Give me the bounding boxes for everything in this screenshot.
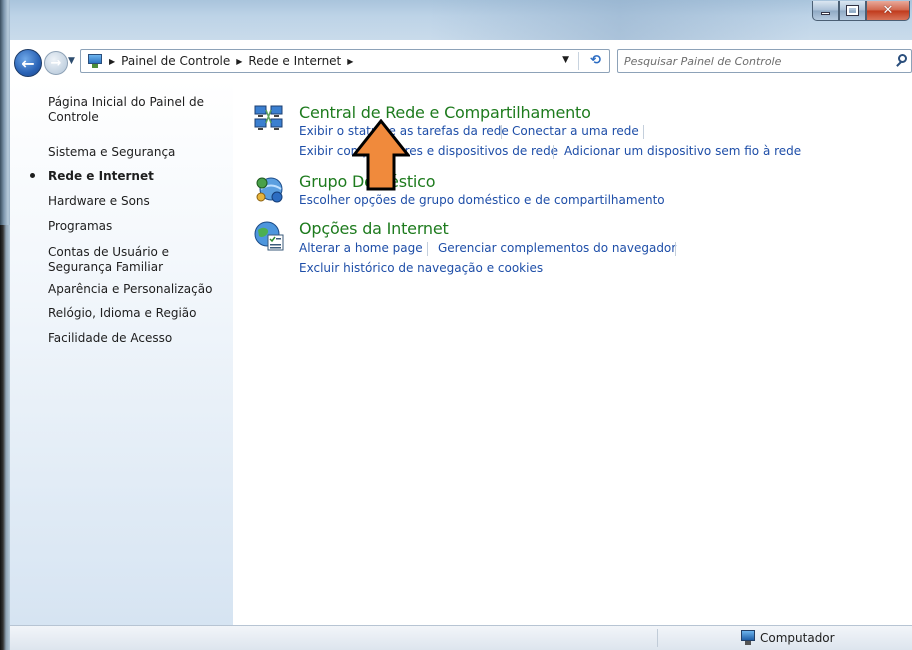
close-icon: ✕ (882, 3, 894, 18)
network-sharing-center-title[interactable]: Central de Rede e Compartilhamento (299, 103, 591, 122)
back-button[interactable]: ← (14, 49, 42, 77)
change-home-page-link[interactable]: Alterar a home page (299, 241, 423, 255)
breadcrumb-chevron-icon[interactable]: ▶ (236, 57, 242, 66)
address-history-chevron-icon[interactable]: ▼ (562, 55, 569, 65)
search-input[interactable] (624, 52, 884, 70)
sidebar: Página Inicial do Painel de Controle Sis… (10, 80, 233, 625)
sidebar-item-hardware-sound[interactable]: Hardware e Sons (48, 194, 228, 209)
network-center-icon (254, 105, 283, 130)
add-wireless-device-link[interactable]: Adicionar um dispositivo sem fio à rede (564, 144, 801, 158)
view-network-computers-link[interactable]: Exibir computadores e dispositivos de re… (299, 144, 558, 158)
homegroup-options-link[interactable]: Escolher opções de grupo doméstico e de … (299, 193, 665, 207)
connect-to-network-link[interactable]: Conectar a uma rede (512, 124, 639, 138)
internet-options-title[interactable]: Opções da Internet (299, 219, 449, 238)
annotation-up-arrow-icon (352, 119, 410, 191)
sidebar-item-programs[interactable]: Programas (48, 219, 228, 234)
title-bar[interactable] (10, 0, 912, 40)
sidebar-item-ease-of-access[interactable]: Facilidade de Acesso (48, 331, 228, 346)
breadcrumb-chevron-icon[interactable]: ▶ (347, 57, 353, 66)
breadcrumb-control-panel[interactable]: Painel de Controle (121, 54, 230, 68)
breadcrumb-network-internet[interactable]: Rede e Internet (248, 54, 341, 68)
status-location-label: Computador (760, 631, 835, 645)
sidebar-item-network-internet[interactable]: Rede e Internet (48, 169, 228, 184)
homegroup-icon (256, 177, 283, 203)
sidebar-item-system-security[interactable]: Sistema e Segurança (48, 145, 228, 160)
sidebar-item-clock-language[interactable]: Relógio, Idioma e Região (48, 306, 228, 321)
control-panel-icon (87, 53, 103, 69)
refresh-icon[interactable]: ⟲ (590, 53, 601, 68)
address-bar[interactable]: ▶ Painel de Controle ▶ Rede e Internet ▶… (80, 49, 610, 73)
status-bar: Computador (10, 625, 912, 650)
active-bullet-icon (30, 173, 35, 178)
sidebar-item-user-accounts[interactable]: Contas de Usuário e Segurança Familiar (48, 245, 228, 275)
delete-browsing-history-link[interactable]: Excluir histórico de navegação e cookies (299, 261, 543, 275)
minimize-button[interactable] (812, 1, 839, 21)
manage-addons-link[interactable]: Gerenciar complementos do navegador (438, 241, 676, 255)
breadcrumb-chevron-icon[interactable]: ▶ (109, 57, 115, 66)
close-button[interactable]: ✕ (866, 1, 910, 21)
main-content: Central de Rede e Compartilhamento Exibi… (233, 80, 912, 625)
internet-options-icon (254, 221, 284, 251)
sidebar-item-appearance[interactable]: Aparência e Personalização (48, 282, 228, 297)
window-left-border (0, 0, 10, 650)
minimize-icon (821, 12, 830, 15)
back-arrow-icon: ← (21, 53, 35, 73)
search-box[interactable] (617, 49, 912, 73)
forward-button[interactable]: → (44, 51, 68, 75)
sidebar-item-home[interactable]: Página Inicial do Painel de Controle (48, 95, 228, 125)
recent-pages-chevron-icon[interactable]: ▼ (68, 56, 75, 66)
search-icon[interactable] (895, 54, 909, 68)
computer-icon (739, 630, 757, 646)
forward-arrow-icon: → (50, 55, 62, 71)
maximize-icon (846, 5, 859, 16)
maximize-button[interactable] (839, 1, 866, 21)
